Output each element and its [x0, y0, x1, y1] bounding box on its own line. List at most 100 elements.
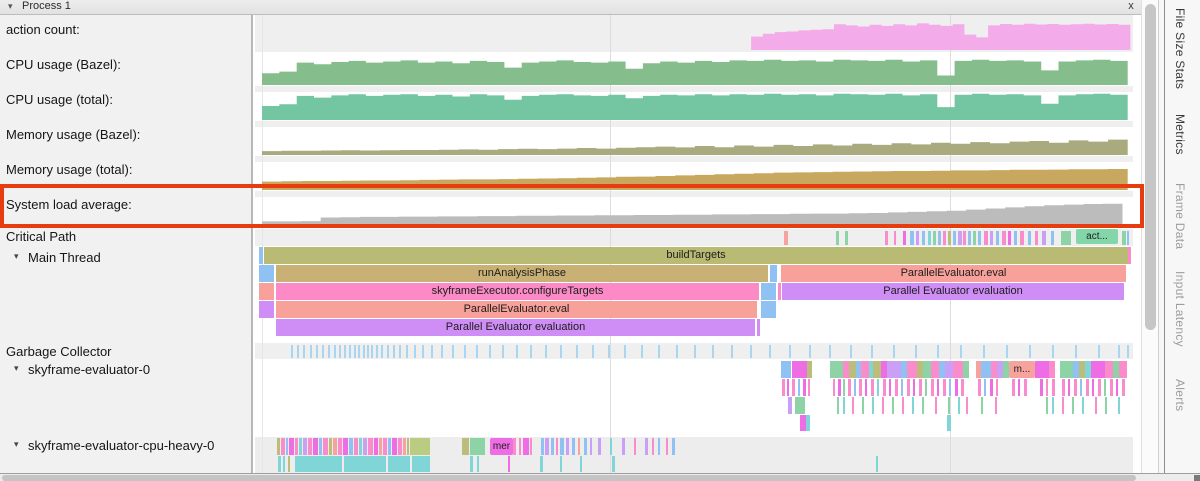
tab-frame-data[interactable]: Frame Data: [1173, 183, 1187, 249]
trace-slice[interactable]: [1060, 361, 1073, 378]
critical-path-tick[interactable]: [910, 231, 914, 245]
gc-tick[interactable]: [414, 345, 416, 358]
trace-slice[interactable]: [281, 438, 285, 455]
gc-tick[interactable]: [850, 345, 852, 358]
counter-chart-action-count[interactable]: [255, 22, 1133, 50]
critical-path-tick[interactable]: [938, 231, 941, 245]
trace-slice[interactable]: [392, 438, 397, 455]
critical-path-tick[interactable]: [953, 231, 956, 245]
trace-slice[interactable]: [590, 438, 592, 455]
gc-tick[interactable]: [1098, 345, 1100, 358]
critical-path-tick[interactable]: [1127, 231, 1129, 245]
trace-slice[interactable]: [1062, 379, 1065, 396]
counter-chart-memory-usage-total-[interactable]: [255, 162, 1133, 190]
gc-tick[interactable]: [750, 345, 752, 358]
gc-tick[interactable]: [303, 345, 305, 358]
sidebar-item-cpu-usage-total[interactable]: CPU usage (total):: [1, 90, 249, 108]
gc-tick[interactable]: [344, 345, 346, 358]
close-button[interactable]: x: [1124, 0, 1138, 14]
trace-slice[interactable]: [792, 379, 795, 396]
trace-slice[interactable]: [1052, 397, 1054, 414]
trace-slice[interactable]: [873, 361, 881, 378]
trace-slice[interactable]: [798, 379, 800, 396]
gc-tick[interactable]: [1127, 345, 1129, 358]
trace-slice[interactable]: [383, 438, 387, 455]
gc-tick[interactable]: [893, 345, 895, 358]
trace-slice[interactable]: runAnalysisPhase: [276, 265, 768, 282]
tab-alerts[interactable]: Alerts: [1173, 379, 1187, 411]
trace-slice[interactable]: [883, 379, 886, 396]
critical-path-tick[interactable]: [1042, 231, 1046, 245]
trace-slice[interactable]: [470, 456, 473, 472]
trace-slice[interactable]: [374, 438, 378, 455]
trace-slice[interactable]: [368, 438, 373, 455]
trace-slice[interactable]: [359, 438, 362, 455]
critical-path-tick[interactable]: [845, 231, 848, 245]
trace-slice[interactable]: [978, 379, 981, 396]
trace-slice[interactable]: [523, 438, 529, 455]
trace-slice[interactable]: [612, 456, 615, 472]
critical-path-tick[interactable]: [948, 231, 951, 245]
trace-slice[interactable]: skyframeExecutor.configureTargets: [276, 283, 759, 300]
trace-slice[interactable]: [901, 379, 903, 396]
trace-slice[interactable]: [610, 438, 612, 455]
trace-slice[interactable]: [259, 283, 274, 300]
gc-tick[interactable]: [502, 345, 504, 358]
sidebar-item-main-thread[interactable]: ▾Main Thread: [1, 248, 249, 266]
sidebar-item-critical-path[interactable]: Critical Path: [1, 227, 249, 245]
counter-chart-system-load-average[interactable]: [255, 199, 1133, 227]
trace-slice[interactable]: [1024, 379, 1027, 396]
trace-slice[interactable]: [925, 379, 927, 396]
trace-slice[interactable]: [995, 397, 997, 414]
trace-slice[interactable]: [949, 379, 951, 396]
critical-path-tick[interactable]: [1122, 231, 1126, 245]
trace-slice[interactable]: [1049, 361, 1055, 378]
critical-path-tick[interactable]: [933, 231, 936, 245]
trace-slice[interactable]: [948, 397, 950, 414]
trace-slice[interactable]: [882, 397, 884, 414]
trace-slice[interactable]: [787, 379, 789, 396]
trace-slice[interactable]: [308, 438, 312, 455]
trace-slice[interactable]: [323, 438, 328, 455]
trace-slice[interactable]: [1110, 379, 1113, 396]
trace-slice[interactable]: [1080, 379, 1082, 396]
trace-slice[interactable]: [935, 397, 937, 414]
trace-slice[interactable]: [781, 361, 791, 378]
trace-slice[interactable]: [349, 438, 353, 455]
sidebar-item-cpu-usage-bazel[interactable]: CPU usage (Bazel):: [1, 55, 249, 73]
gc-tick[interactable]: [1075, 345, 1077, 358]
trace-slice[interactable]: [788, 397, 792, 414]
trace-slice[interactable]: [937, 379, 939, 396]
trace-slice[interactable]: [892, 397, 894, 414]
trace-slice[interactable]: [872, 397, 874, 414]
sidebar-item-skyframe-evaluator-0[interactable]: ▾skyframe-evaluator-0: [1, 360, 249, 378]
trace-chip[interactable]: mer: [490, 438, 513, 455]
trace-slice[interactable]: Parallel Evaluator evaluation: [276, 319, 755, 336]
trace-slice[interactable]: [403, 438, 406, 455]
trace-slice[interactable]: [1046, 397, 1048, 414]
trace-slice[interactable]: [259, 301, 274, 318]
trace-slice[interactable]: [299, 438, 302, 455]
trace-slice[interactable]: [990, 379, 993, 396]
gc-tick[interactable]: [367, 345, 369, 358]
gc-tick[interactable]: [334, 345, 336, 358]
gc-tick[interactable]: [694, 345, 696, 358]
trace-slice[interactable]: [958, 397, 960, 414]
trace-slice[interactable]: ParallelEvaluator.eval: [781, 265, 1126, 282]
trace-slice[interactable]: [1128, 247, 1131, 264]
critical-path-tick[interactable]: [928, 231, 931, 245]
trace-slice[interactable]: [283, 456, 285, 472]
trace-slice[interactable]: [955, 379, 958, 396]
trace-slice[interactable]: [961, 379, 964, 396]
gc-tick[interactable]: [516, 345, 518, 358]
trace-slice[interactable]: [622, 438, 625, 455]
gc-tick[interactable]: [545, 345, 547, 358]
gc-tick[interactable]: [769, 345, 771, 358]
gc-tick[interactable]: [676, 345, 678, 358]
trace-slice[interactable]: [757, 319, 760, 336]
gc-tick[interactable]: [560, 345, 562, 358]
trace-slice[interactable]: [329, 438, 332, 455]
trace-slice[interactable]: [313, 438, 318, 455]
trace-slice[interactable]: [278, 456, 281, 472]
gc-tick[interactable]: [937, 345, 939, 358]
